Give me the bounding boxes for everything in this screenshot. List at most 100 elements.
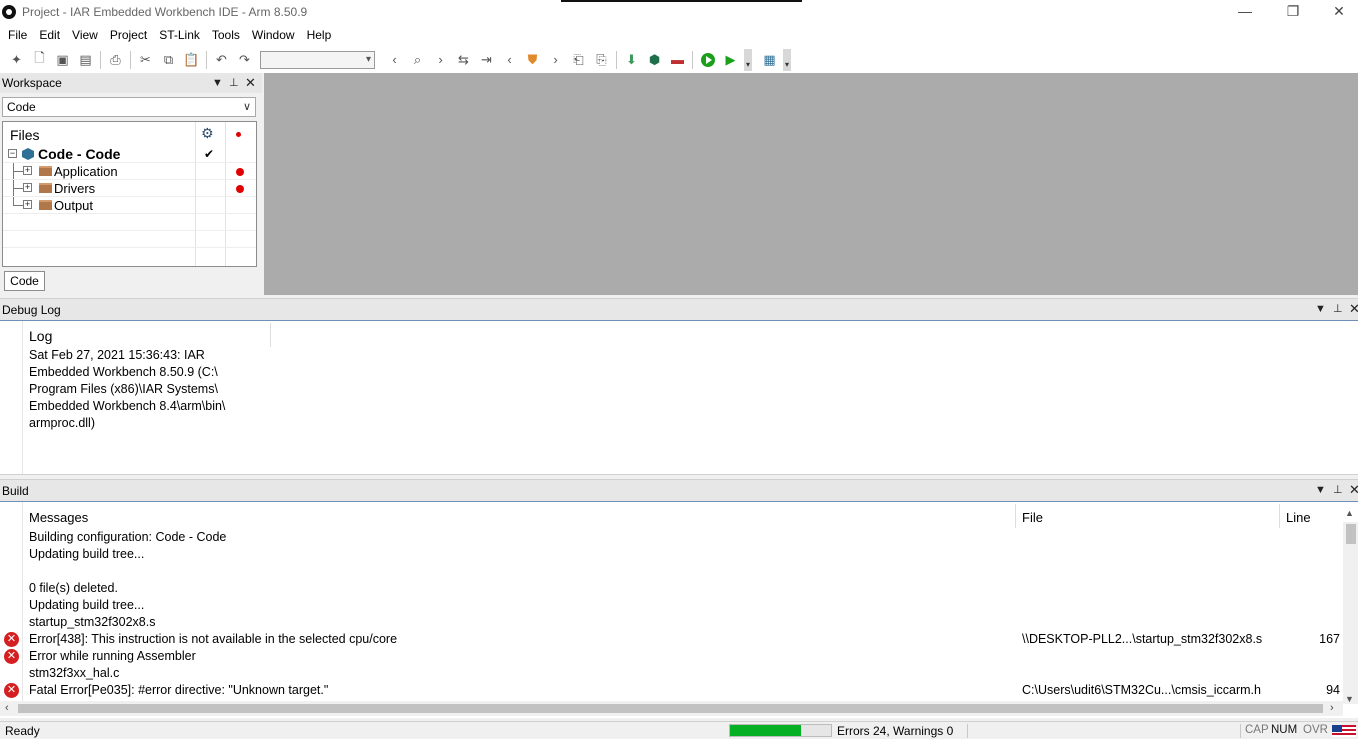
scroll-down-icon[interactable]: ▼ <box>1345 694 1354 704</box>
navigate-forward-icon[interactable]: › <box>544 49 567 71</box>
save-all-icon[interactable]: ▤ <box>74 49 97 71</box>
minimize-button[interactable]: — <box>1222 0 1268 24</box>
menu-tools[interactable]: Tools <box>206 25 246 45</box>
pane-menu-icon[interactable]: ▼ <box>1315 480 1326 500</box>
build-error-row[interactable]: ✕ Error while running Assembler <box>0 648 1343 665</box>
menu-project[interactable]: Project <box>104 25 153 45</box>
folder-icon <box>39 183 52 193</box>
new-workspace-icon[interactable]: ✦ <box>5 49 28 71</box>
restore-button[interactable]: ❐ <box>1270 0 1316 24</box>
scroll-right-icon[interactable]: › <box>1330 701 1334 716</box>
toolbar-separator <box>206 50 207 69</box>
find-next-icon[interactable]: › <box>429 49 452 71</box>
project-name: Code - Code <box>38 146 121 162</box>
debug-log-header: Debug Log ▼ ⊥ ✕ <box>0 298 1358 320</box>
toolbar-overflow-icon[interactable]: ▾ <box>744 48 752 71</box>
find-combo[interactable] <box>260 50 375 69</box>
paste-icon[interactable]: 📋 <box>180 49 203 71</box>
language-flag-icon[interactable] <box>1332 725 1356 737</box>
tree-item-project[interactable]: − Code - Code ✔ <box>3 146 256 163</box>
undo-icon[interactable]: ↶ <box>210 49 233 71</box>
save-icon[interactable]: ▣ <box>51 49 74 71</box>
replace-icon[interactable]: ⇆ <box>452 49 475 71</box>
close-pane-icon[interactable]: ✕ <box>245 73 256 93</box>
build-message-row[interactable]: Updating build tree... <box>0 546 1343 563</box>
compile-icon[interactable]: ⬇ <box>620 49 643 71</box>
file-column-header[interactable]: File <box>1022 510 1043 525</box>
message-text: Error[438]: This instruction is not avai… <box>29 632 398 646</box>
collapse-icon[interactable]: − <box>8 149 17 158</box>
expand-icon[interactable]: + <box>23 166 32 175</box>
close-pane-icon[interactable]: ✕ <box>1349 480 1358 500</box>
tree-item-output[interactable]: + Output <box>3 197 256 214</box>
pin-icon[interactable]: ⊥ <box>229 73 239 93</box>
stop-build-icon[interactable]: ▬ <box>666 49 689 71</box>
expand-icon[interactable]: + <box>23 200 32 209</box>
build-message-row[interactable]: Updating build tree... <box>0 597 1343 614</box>
scroll-thumb[interactable] <box>1346 524 1356 544</box>
close-window-button[interactable]: ✕ <box>1316 0 1358 24</box>
previous-bookmark-icon[interactable]: ⎗ <box>567 49 590 71</box>
workspace-config-select[interactable]: Code ∨ <box>2 97 256 117</box>
menu-view[interactable]: View <box>66 25 104 45</box>
debug-log-panel[interactable]: Log Sat Feb 27, 2021 15:36:43: IAR Embed… <box>0 320 1358 475</box>
debug-without-downloading-icon[interactable]: ▶ <box>719 49 742 71</box>
caps-lock-indicator: CAP <box>1245 724 1269 736</box>
redo-icon[interactable]: ↷ <box>233 49 256 71</box>
toolbar-overflow-icon[interactable]: ▾ <box>783 48 791 71</box>
new-file-icon[interactable]: 🗋 <box>28 49 51 71</box>
pane-menu-icon[interactable]: ▼ <box>1315 299 1326 319</box>
tree-empty-row <box>3 231 256 248</box>
menu-edit[interactable]: Edit <box>33 25 66 45</box>
pin-icon[interactable]: ⊥ <box>1333 299 1343 319</box>
column-divider[interactable] <box>1015 504 1016 528</box>
find-icon[interactable]: ⌕ <box>406 49 429 71</box>
build-title: Build <box>2 484 29 498</box>
pane-menu-icon[interactable]: ▼ <box>212 73 223 93</box>
bookmark-icon[interactable]: ⛊ <box>521 49 544 71</box>
message-text: Updating build tree... <box>29 598 145 612</box>
menu-file[interactable]: File <box>2 25 33 45</box>
cut-icon[interactable]: ✂ <box>134 49 157 71</box>
options-gear-icon[interactable]: ⚙ <box>201 125 214 142</box>
tree-item-drivers[interactable]: + Drivers <box>3 180 256 197</box>
build-vertical-scrollbar[interactable]: ▲ ▼ <box>1343 508 1358 704</box>
build-message-row[interactable]: startup_stm32f302x8.s <box>0 614 1343 631</box>
num-lock-indicator: NUM <box>1271 724 1298 736</box>
copy-icon[interactable]: ⧉ <box>157 49 180 71</box>
build-message-row[interactable]: 0 file(s) deleted. <box>0 580 1343 597</box>
editor-area[interactable] <box>264 73 1358 295</box>
line-column-header[interactable]: Line <box>1286 510 1311 525</box>
scroll-up-icon[interactable]: ▲ <box>1345 508 1354 518</box>
menu-bar: File Edit View Project ST-Link Tools Win… <box>0 24 1358 46</box>
next-bookmark-icon[interactable]: ⎘ <box>590 49 613 71</box>
expand-icon[interactable]: + <box>23 183 32 192</box>
build-horizontal-scrollbar[interactable]: ‹ › <box>0 701 1343 716</box>
menu-window[interactable]: Window <box>246 25 301 45</box>
menu-st-link[interactable]: ST-Link <box>153 25 206 45</box>
message-text: Error while running Assembler <box>29 649 196 663</box>
message-text: Building configuration: Code - Code <box>29 530 227 544</box>
make-icon[interactable]: ⬢ <box>643 49 666 71</box>
tree-item-application[interactable]: + Application <box>3 163 256 180</box>
workspace-tab-code[interactable]: Code <box>4 271 45 291</box>
messages-column-header[interactable]: Messages <box>29 510 88 525</box>
scroll-left-icon[interactable]: ‹ <box>5 701 9 716</box>
menu-help[interactable]: Help <box>301 25 338 45</box>
download-and-debug-icon[interactable] <box>696 49 719 71</box>
build-message-row[interactable]: stm32f3xx_hal.c <box>0 665 1343 682</box>
navigate-back-icon[interactable]: ‹ <box>498 49 521 71</box>
build-message-row[interactable] <box>0 563 1343 580</box>
scroll-thumb[interactable] <box>18 704 1323 713</box>
find-previous-icon[interactable]: ‹ <box>383 49 406 71</box>
status-dot-icon <box>236 132 241 137</box>
go-to-icon[interactable]: ⇥ <box>475 49 498 71</box>
build-error-row[interactable]: ✕ Fatal Error[Pe035]: #error directive: … <box>0 682 1343 699</box>
build-message-row[interactable]: Building configuration: Code - Code <box>0 529 1343 546</box>
column-divider[interactable] <box>1279 504 1280 528</box>
build-error-row[interactable]: ✕ Error[438]: This instruction is not av… <box>0 631 1343 648</box>
pin-icon[interactable]: ⊥ <box>1333 480 1343 500</box>
print-icon[interactable]: ⎙ <box>104 49 127 71</box>
close-pane-icon[interactable]: ✕ <box>1349 299 1358 319</box>
breakpoint-icon[interactable]: ▦ <box>758 49 781 71</box>
